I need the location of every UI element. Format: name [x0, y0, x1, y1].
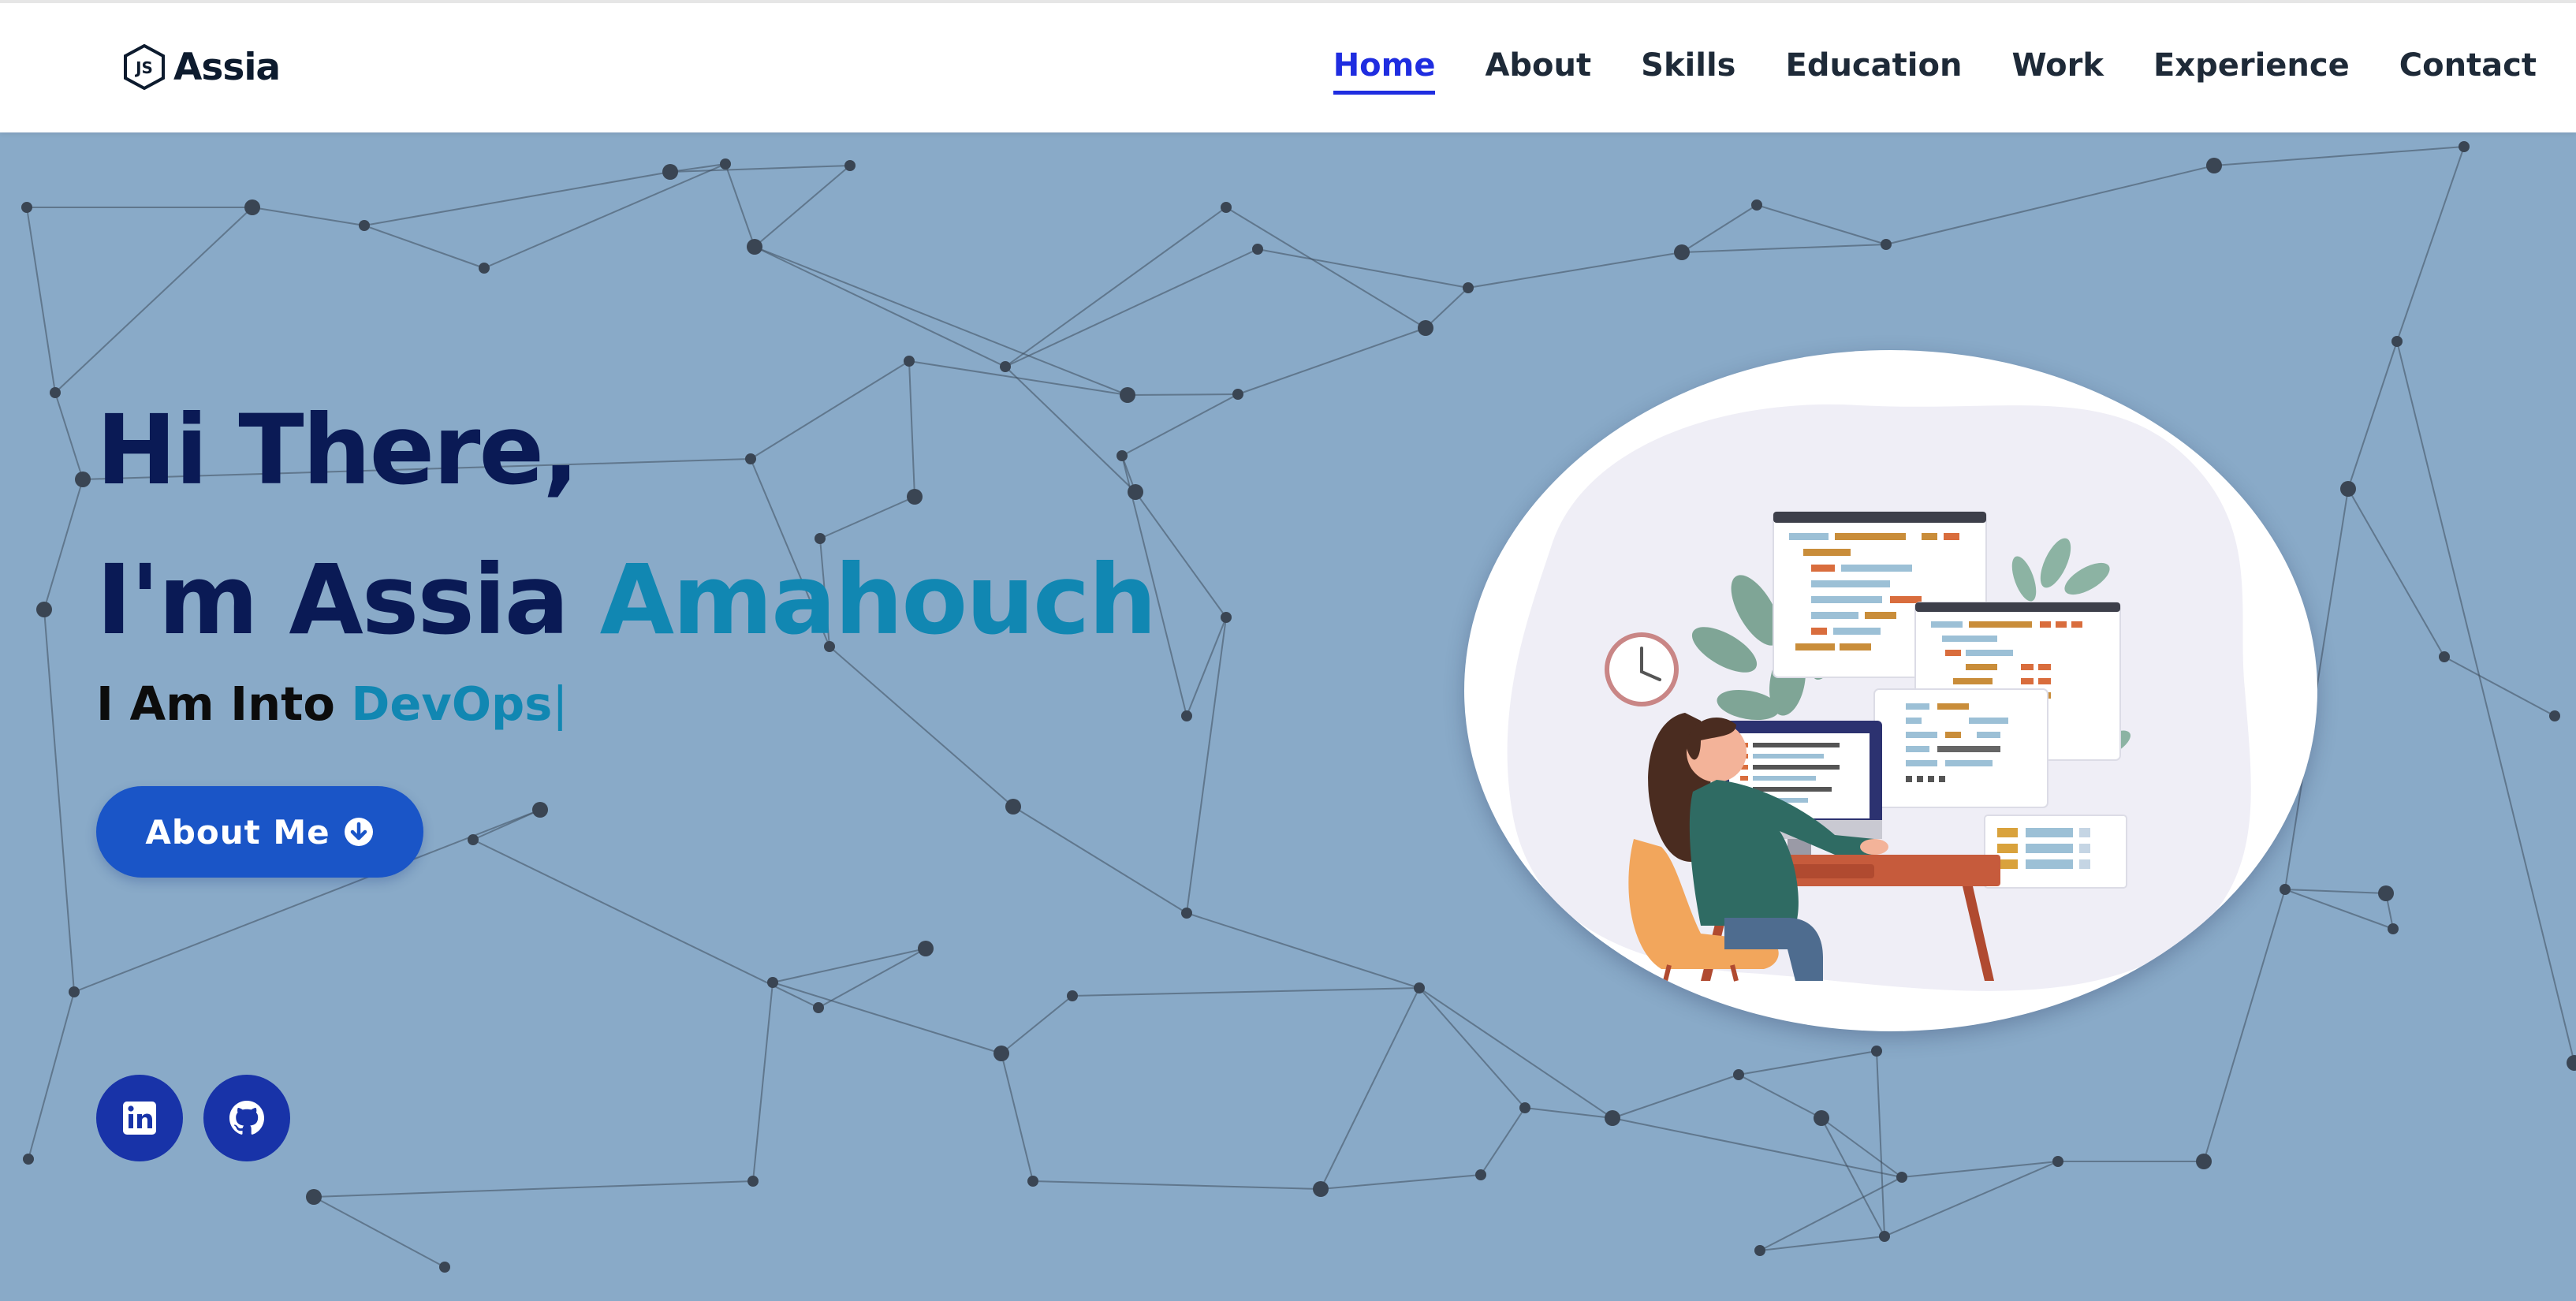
- linkedin-link[interactable]: [96, 1075, 183, 1161]
- network-node: [1605, 1110, 1620, 1126]
- network-node: [747, 239, 762, 255]
- network-node: [1463, 282, 1474, 293]
- network-node: [918, 941, 934, 956]
- network-node: [1733, 1069, 1744, 1080]
- network-node: [468, 834, 479, 845]
- nav-contact[interactable]: Contact: [2399, 47, 2537, 95]
- network-node: [36, 602, 52, 617]
- main-nav: Home About Skills Education Work Experie…: [1284, 47, 2537, 95]
- network-node: [1754, 1245, 1765, 1256]
- github-link[interactable]: [203, 1075, 290, 1161]
- greeting-surname: Amahouch: [599, 544, 1158, 656]
- network-node: [844, 160, 856, 171]
- svg-text:JS: JS: [134, 58, 153, 77]
- network-node: [1313, 1181, 1329, 1197]
- network-node: [2196, 1154, 2212, 1169]
- network-node: [2340, 481, 2356, 497]
- network-node: [1005, 799, 1021, 815]
- network-node: [21, 202, 32, 213]
- arrow-down-circle-icon: [344, 818, 373, 846]
- nav-experience[interactable]: Experience: [2153, 47, 2350, 95]
- developer-at-desk-illustration: [1464, 350, 2317, 1031]
- network-node: [1414, 982, 1425, 993]
- network-node: [2459, 141, 2470, 152]
- network-node: [1519, 1102, 1530, 1113]
- network-node: [1814, 1110, 1829, 1126]
- network-node: [69, 986, 80, 997]
- about-me-label: About Me: [145, 812, 330, 852]
- network-node: [2280, 884, 2291, 895]
- network-node: [479, 263, 490, 274]
- network-node: [2567, 1055, 2576, 1071]
- network-node: [2549, 710, 2560, 721]
- network-node: [2206, 158, 2222, 173]
- network-node: [1027, 1176, 1038, 1187]
- network-node: [1475, 1169, 1486, 1180]
- network-node: [1181, 710, 1192, 721]
- network-node: [1232, 389, 1243, 400]
- nav-home[interactable]: Home: [1333, 47, 1435, 95]
- nav-about[interactable]: About: [1485, 47, 1591, 95]
- network-node: [2378, 885, 2394, 901]
- network-node: [2439, 651, 2450, 662]
- github-icon: [229, 1101, 264, 1135]
- network-node: [2052, 1156, 2063, 1167]
- greeting-line-1: Hi There,: [96, 394, 579, 506]
- network-node: [1418, 320, 1433, 336]
- network-node: [1181, 908, 1192, 919]
- brand-name: Assia: [173, 45, 281, 89]
- network-node: [532, 802, 548, 818]
- network-node: [1674, 244, 1690, 260]
- hero-greeting: Hi There, I'm Assia Amahouch: [96, 375, 1158, 675]
- network-node: [306, 1189, 322, 1205]
- network-node: [1000, 361, 1011, 372]
- network-node: [993, 1046, 1009, 1061]
- network-node: [1067, 990, 1078, 1001]
- network-node: [2388, 923, 2399, 934]
- greeting-name: I'm Assia: [96, 544, 569, 656]
- network-node: [662, 164, 678, 180]
- network-node: [720, 158, 731, 170]
- typed-role: I Am Into DevOps|: [96, 677, 568, 731]
- network-node: [767, 977, 778, 988]
- network-node: [1896, 1172, 1907, 1183]
- network-node: [747, 1176, 759, 1187]
- network-node: [1871, 1046, 1882, 1057]
- typed-caret: |: [552, 677, 569, 731]
- network-node: [1252, 244, 1263, 255]
- nav-skills[interactable]: Skills: [1641, 47, 1735, 95]
- nav-work[interactable]: Work: [2011, 47, 2104, 95]
- brand-logo[interactable]: JS Assia: [123, 39, 281, 95]
- linkedin-icon: [123, 1102, 156, 1135]
- navbar: JS Assia Home About Skills Education Wor…: [0, 0, 2576, 132]
- network-node: [1751, 199, 1762, 211]
- network-node: [439, 1262, 450, 1273]
- nav-education[interactable]: Education: [1786, 47, 1963, 95]
- typed-prefix: I Am Into: [96, 677, 335, 731]
- network-node: [23, 1154, 34, 1165]
- network-node: [2391, 336, 2403, 347]
- network-node: [1221, 202, 1232, 213]
- network-node: [244, 199, 260, 215]
- network-node: [904, 356, 915, 367]
- network-node: [50, 387, 61, 398]
- hero-section: Hi There, I'm Assia Amahouch I Am Into D…: [0, 132, 2576, 1301]
- network-node: [359, 220, 370, 231]
- network-node: [75, 472, 91, 487]
- network-node: [1221, 612, 1232, 623]
- network-node: [813, 1002, 824, 1013]
- nodejs-icon: JS: [124, 43, 165, 91]
- network-node: [1881, 239, 1892, 250]
- typed-value: DevOps: [351, 677, 553, 731]
- network-node: [1879, 1231, 1890, 1242]
- about-me-button[interactable]: About Me: [96, 786, 423, 878]
